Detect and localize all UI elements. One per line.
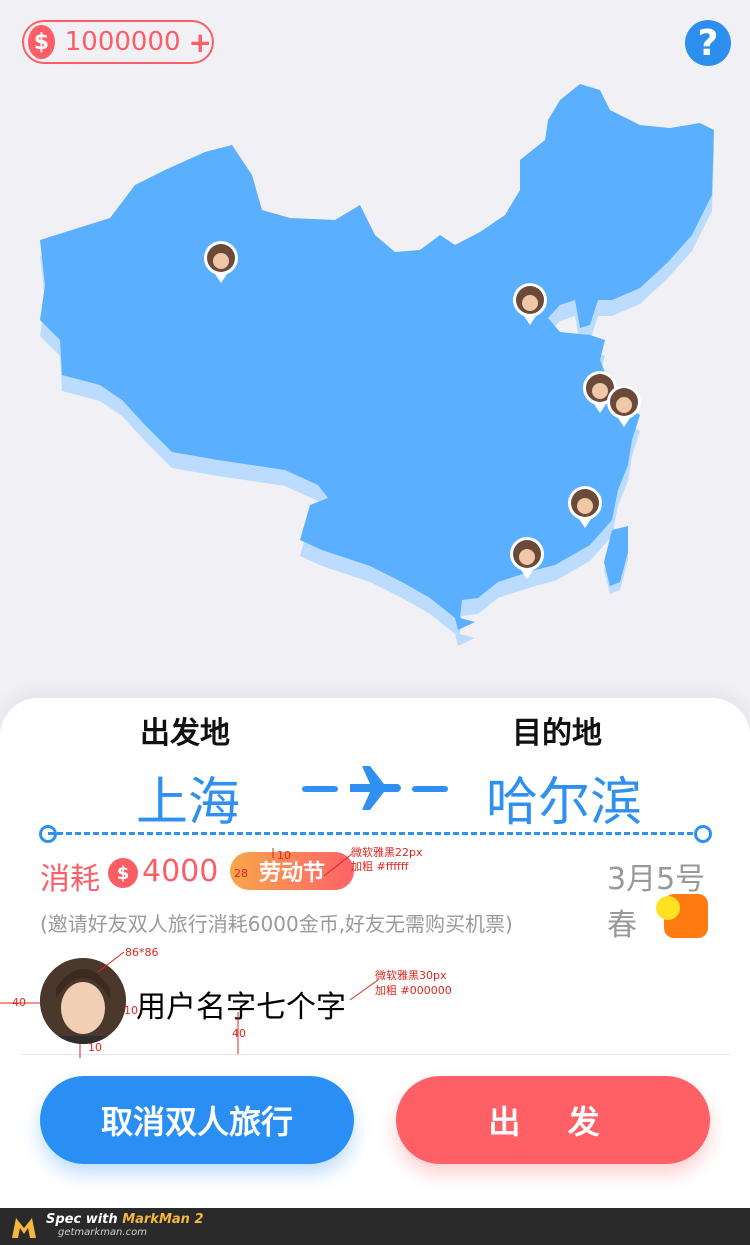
markman-logo-icon [12, 1218, 36, 1238]
departure-city[interactable]: 上海 [136, 760, 240, 835]
departure-label: 出发地 [140, 716, 230, 751]
destination-label: 目的地 [512, 716, 602, 751]
location-marker[interactable] [567, 485, 603, 529]
location-marker[interactable] [509, 536, 545, 580]
footer-site: getmarkman.com [58, 1227, 147, 1238]
add-coins-icon[interactable]: + [189, 26, 212, 59]
route-dash-right [412, 786, 448, 792]
coin-icon: $ [28, 25, 55, 59]
weather-sun-icon [656, 894, 708, 938]
airplane-icon [350, 766, 401, 810]
location-marker[interactable] [512, 282, 548, 326]
coin-amount: 1000000 [64, 27, 181, 57]
route-dash-left [302, 786, 338, 792]
coin-balance[interactable]: $ 1000000 + [22, 20, 214, 64]
china-map [40, 84, 714, 646]
depart-button[interactable]: 出 发 [396, 1076, 710, 1164]
destination-city[interactable]: 哈尔滨 [486, 760, 642, 835]
route-line [48, 832, 702, 835]
help-button[interactable]: ? [685, 20, 731, 66]
cancel-double-trip-button[interactable]: 取消双人旅行 [40, 1076, 354, 1164]
location-marker[interactable] [203, 240, 239, 284]
markman-footer: Spec with MarkMan 2 getmarkman.com [0, 1208, 750, 1245]
footer-brand: Spec with MarkMan 2 [46, 1212, 204, 1227]
annotation-guides [0, 848, 379, 1058]
trip-season: 春 [607, 908, 637, 943]
location-marker[interactable] [606, 384, 642, 428]
route-end-dot [694, 825, 712, 843]
